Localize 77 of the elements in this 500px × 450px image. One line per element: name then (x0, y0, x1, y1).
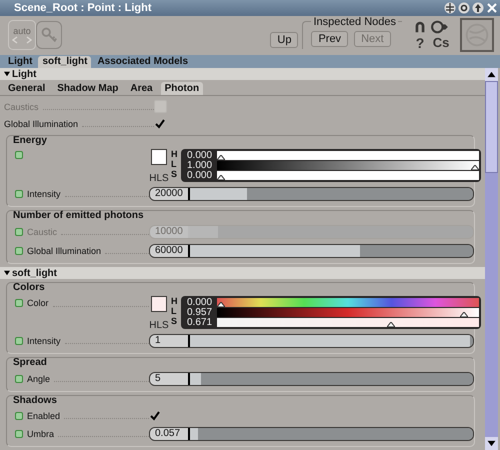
scroll-up-icon[interactable] (485, 68, 498, 81)
tab[interactable]: General (4, 82, 50, 95)
slider-value[interactable]: 5 (150, 372, 190, 384)
arrows-icon (12, 36, 32, 44)
gear-icon[interactable] (458, 2, 470, 14)
channel-value[interactable]: 0.000 (187, 171, 217, 180)
color-swatch[interactable] (151, 149, 167, 165)
tab[interactable]: Shadow Map (53, 82, 122, 95)
camera-icon[interactable] (430, 20, 450, 34)
tab[interactable]: soft_light (38, 56, 92, 68)
channel-letter: L (171, 306, 178, 316)
prev-button[interactable]: Prev (311, 31, 348, 47)
group-title: Shadows (13, 395, 58, 407)
channel-value[interactable]: 1.000 (187, 161, 217, 170)
channel-value[interactable]: 0.000 (187, 151, 217, 160)
slider-value[interactable]: 20000 (150, 188, 190, 200)
color-mode-label: HLS (149, 320, 169, 331)
field-label: Enabled (27, 410, 60, 420)
panel-title: Inspected Nodes (311, 16, 398, 28)
slider[interactable]: 20000 (149, 186, 474, 200)
channel-slider[interactable] (217, 161, 479, 170)
field-label: Color (27, 298, 49, 308)
slider-marker[interactable] (217, 175, 225, 180)
channel-value[interactable]: 0.000 (187, 298, 217, 307)
checkbox[interactable] (149, 410, 160, 421)
group-title: Colors (13, 282, 46, 294)
slider[interactable]: 5 (149, 372, 474, 386)
channel-letter: H (171, 296, 178, 306)
channel-slider[interactable] (217, 308, 479, 317)
up-arrow-icon[interactable] (472, 2, 484, 14)
cs-button[interactable]: Cs (430, 36, 452, 50)
window-title: Scene_Root : Point : Light (14, 2, 152, 14)
slider-value[interactable]: 1 (150, 334, 190, 346)
group-title: Spread (13, 357, 48, 369)
channel-letter: S (171, 316, 178, 326)
slider-marker[interactable] (387, 322, 396, 327)
help-button[interactable]: ? (412, 36, 428, 50)
tab[interactable]: Area (126, 82, 157, 95)
scroll-thumb[interactable] (485, 81, 498, 173)
group-title: Energy (13, 135, 48, 147)
color-mode-label: HLS (149, 173, 169, 184)
channel-slider[interactable] (217, 318, 479, 327)
field-label: Intensity (27, 336, 61, 346)
channel-slider[interactable] (217, 151, 479, 160)
field-label: Global Illumination (27, 246, 102, 256)
slider[interactable]: 60000 (149, 244, 474, 258)
section-header[interactable]: soft_light (0, 267, 485, 279)
slider-value[interactable]: 60000 (150, 244, 190, 256)
scrollbar[interactable] (485, 68, 498, 450)
tab[interactable]: Associated Models (93, 56, 192, 68)
group-title: Number of emitted photons (13, 210, 145, 222)
field-label: Caustic (27, 226, 58, 236)
slider[interactable]: 0.057 (149, 426, 474, 440)
channel-slider[interactable] (217, 298, 479, 307)
up-button[interactable]: Up (270, 32, 298, 48)
channel-letter: S (171, 169, 178, 179)
close-icon[interactable] (486, 2, 498, 14)
section-header[interactable]: Light (0, 68, 485, 80)
tab[interactable]: Light (4, 56, 36, 68)
channel-letter: H (171, 149, 178, 159)
color-swatch[interactable] (151, 296, 167, 312)
channel-value[interactable]: 0.957 (187, 308, 217, 317)
field-label: Intensity (27, 188, 61, 198)
scroll-down-icon[interactable] (485, 437, 498, 450)
caret-icon (4, 71, 10, 77)
channel-letter: L (171, 159, 178, 169)
tab[interactable]: Photon (160, 82, 204, 95)
slider[interactable]: 1 (149, 334, 474, 348)
caret-icon (4, 270, 10, 276)
field-label: Caustics (4, 102, 39, 112)
channel-value[interactable]: 0.671 (187, 318, 217, 327)
slider-value[interactable]: 0.057 (150, 428, 190, 440)
field-label: Umbra (27, 428, 54, 438)
channel-slider[interactable] (217, 171, 479, 180)
checkbox[interactable] (154, 118, 165, 129)
field-label: Angle (27, 374, 50, 384)
field-label: Global Illumination (4, 118, 78, 128)
